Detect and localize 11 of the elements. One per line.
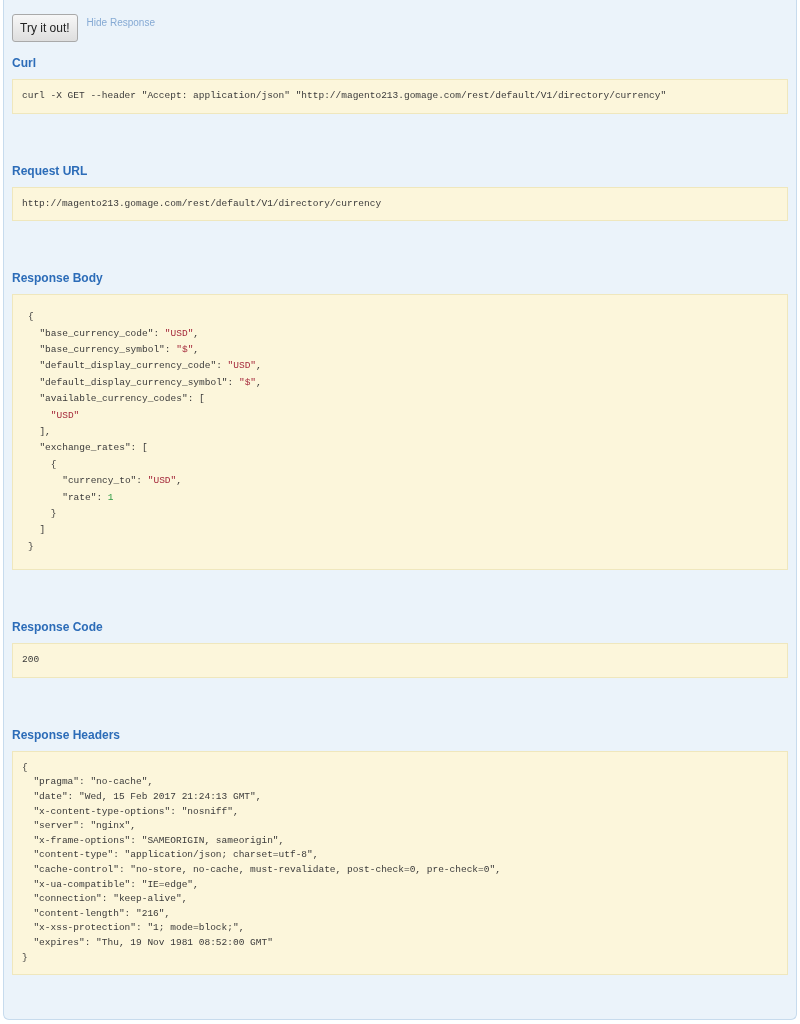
code-text: { "pragma": "no-cache", "date": "Wed, 15 Feb 2017 21:24:13 GMT", "x-content-type-options": "nosniff", "server": "nginx", "x-frame-options": "SAMEORIGIN, sameorigin", "content-type": "application/json; charset=utf-8", "cache-control": "no-store, no-cache, must-revalidate, post-check=0, pre-check=0", "x-ua-compatible": "IE=edge", "connection": "keep-alive", "content-length": "216", "x-xss-protection": "1; mode=block;", "expires": "Thu, 19 Nov 1981 08:52:00 GMT" }: [22, 760, 501, 965]
try-it-out-button[interactable]: Try it out!: [12, 14, 78, 42]
section-heading: Response Headers: [12, 726, 121, 743]
json-code-text: { "base_currency_code": "USD", "base_currency_symbol": "$", "default_display_currency_code": "USD", "default_display_currency_symbol": "$", "available_currency_codes": [ "USD" ], "exchange_rates": [ { "currency_to": "USD", "rate": 1 } ] }: [28, 310, 262, 554]
section-heading: Curl: [12, 55, 36, 71]
code-text: curl -X GET --header "Accept: application/json" "http://magento213.gomage.com/rest/default/V1/directory/currency": [22, 89, 667, 103]
section-heading: Response Code: [12, 619, 103, 636]
code-text: http://magento213.gomage.com/rest/default/V1/directory/currency: [22, 196, 382, 211]
code-text: 200: [22, 653, 40, 668]
section-heading: Request URL: [12, 162, 88, 179]
section-heading: Response Body: [12, 270, 103, 287]
